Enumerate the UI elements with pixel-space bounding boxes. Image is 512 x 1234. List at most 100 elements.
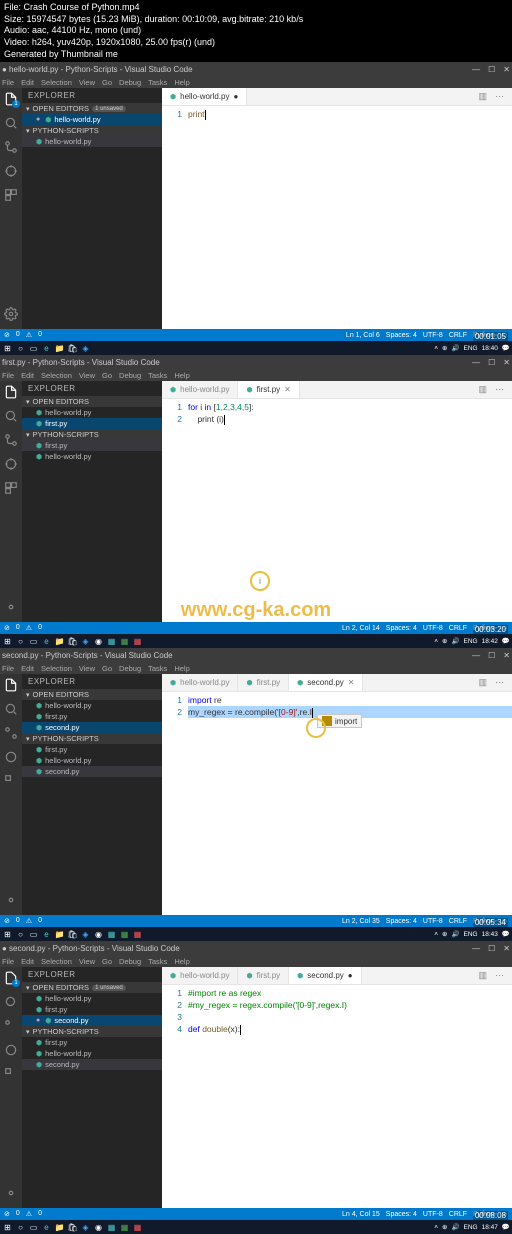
open-editor-first[interactable]: ⬢first.py <box>22 418 162 429</box>
source-control-icon[interactable] <box>4 140 18 154</box>
code-lines[interactable]: print <box>188 108 512 329</box>
extensions-icon[interactable] <box>4 1067 18 1081</box>
menu-go[interactable]: Go <box>102 78 112 87</box>
tray-up-icon[interactable]: ˄ <box>434 345 438 352</box>
code-editor[interactable]: 1234 #import re as regex #my_regex = reg… <box>162 985 512 1208</box>
search-icon[interactable] <box>4 702 18 716</box>
source-control-icon[interactable] <box>4 433 18 447</box>
tab-hello[interactable]: ⬢hello-world.py● <box>162 88 247 105</box>
menu-view[interactable]: View <box>79 371 95 380</box>
start-icon[interactable]: ⊞ <box>2 343 13 354</box>
search-icon[interactable] <box>4 995 18 1009</box>
tray-up-icon[interactable]: ˄ <box>434 638 438 645</box>
code-lines[interactable]: #import re as regex #my_regex = regex.co… <box>188 987 512 1208</box>
open-editor-second[interactable]: ⬢second.py <box>22 722 162 733</box>
store-icon[interactable]: 🛍 <box>67 636 78 647</box>
menu-selection[interactable]: Selection <box>41 371 72 380</box>
file-second[interactable]: ⬢second.py <box>22 1059 162 1070</box>
window-maximize-icon[interactable]: ☐ <box>488 65 495 74</box>
app-icon[interactable]: ▦ <box>106 636 117 647</box>
tray-lang[interactable]: ENG <box>464 345 478 352</box>
cortana-icon[interactable]: ○ <box>15 343 26 354</box>
section-python-scripts[interactable]: PYTHON-SCRIPTS <box>22 125 162 136</box>
tab-first[interactable]: ⬢first.py <box>238 674 289 691</box>
section-open-editors[interactable]: OPEN EDITORS <box>22 396 162 407</box>
open-editor-first[interactable]: ⬢first.py <box>22 711 162 722</box>
menu-go[interactable]: Go <box>102 371 112 380</box>
search-icon[interactable] <box>4 409 18 423</box>
open-editor-second[interactable]: ⬢second.py <box>22 1015 162 1026</box>
start-icon[interactable]: ⊞ <box>2 1222 13 1233</box>
tab-hello[interactable]: ⬢hello-world.py <box>162 381 238 398</box>
status-errors-icon[interactable]: ⊘ <box>4 331 10 339</box>
search-icon[interactable] <box>4 116 18 130</box>
source-control-icon[interactable] <box>4 726 18 740</box>
taskview-icon[interactable]: ▭ <box>28 636 39 647</box>
menu-tasks[interactable]: Tasks <box>148 78 167 87</box>
section-python-scripts[interactable]: PYTHON-SCRIPTS <box>22 429 162 440</box>
code-lines[interactable]: for i in [1,2,3,4,5]: print (i) <box>188 401 512 622</box>
tab-second[interactable]: ⬢second.py✕ <box>289 674 363 691</box>
section-python-scripts[interactable]: PYTHON-SCRIPTS <box>22 733 162 744</box>
split-editor-icon[interactable]: ▥ <box>478 91 487 102</box>
more-icon[interactable]: ⋯ <box>495 384 504 395</box>
window-maximize-icon[interactable]: ☐ <box>488 358 495 367</box>
settings-icon[interactable] <box>4 600 18 614</box>
file-hello[interactable]: ⬢hello-world.py <box>22 451 162 462</box>
vscode-icon[interactable]: ◈ <box>80 343 91 354</box>
start-icon[interactable]: ⊞ <box>2 929 13 940</box>
tab-first[interactable]: ⬢first.py✕ <box>238 381 299 398</box>
split-editor-icon[interactable]: ▥ <box>478 384 487 395</box>
menu-view[interactable]: View <box>79 78 95 87</box>
edge-icon[interactable]: e <box>41 343 52 354</box>
debug-icon[interactable] <box>4 457 18 471</box>
vscode-icon[interactable]: ◈ <box>80 636 91 647</box>
menu-edit[interactable]: Edit <box>21 78 34 87</box>
window-close-icon[interactable]: ✕ <box>503 358 510 367</box>
menu-debug[interactable]: Debug <box>119 78 141 87</box>
tray-network-icon[interactable]: ⊕ <box>442 344 447 352</box>
tab-hello[interactable]: ⬢hello-world.py <box>162 674 238 691</box>
file-first[interactable]: ⬢first.py <box>22 440 162 451</box>
open-editor-hello[interactable]: ⬢hello-world.py <box>22 407 162 418</box>
code-editor[interactable]: 12 for i in [1,2,3,4,5]: print (i) <box>162 399 512 622</box>
open-editor-hello[interactable]: ⬢hello-world.py <box>22 993 162 1004</box>
explorer-icon[interactable]: 📁 <box>54 636 65 647</box>
settings-icon[interactable] <box>4 307 18 321</box>
window-close-icon[interactable]: ✕ <box>503 65 510 74</box>
app-icon[interactable]: ▦ <box>119 636 130 647</box>
window-minimize-icon[interactable]: — <box>472 358 480 367</box>
menu-file[interactable]: File <box>2 78 14 87</box>
tab-second[interactable]: ⬢second.py● <box>289 967 361 984</box>
menu-edit[interactable]: Edit <box>21 371 34 380</box>
cortana-icon[interactable]: ○ <box>15 636 26 647</box>
open-editor-hello[interactable]: ⬢hello-world.py <box>22 700 162 711</box>
menu-tasks[interactable]: Tasks <box>148 371 167 380</box>
app-icon[interactable]: ▦ <box>132 636 143 647</box>
close-icon[interactable]: ✕ <box>348 678 355 687</box>
menu-help[interactable]: Help <box>174 371 189 380</box>
open-editor-first[interactable]: ⬢first.py <box>22 1004 162 1015</box>
file-second[interactable]: ⬢second.py <box>22 766 162 777</box>
debug-icon[interactable] <box>4 1043 18 1057</box>
extensions-icon[interactable] <box>4 481 18 495</box>
status-spaces[interactable]: Spaces: 4 <box>386 332 417 339</box>
debug-icon[interactable] <box>4 750 18 764</box>
tray-time[interactable]: 18:40 <box>482 345 498 352</box>
chrome-icon[interactable]: ◉ <box>93 636 104 647</box>
extensions-icon[interactable] <box>4 774 18 788</box>
settings-icon[interactable] <box>4 893 18 907</box>
source-control-icon[interactable] <box>4 1019 18 1033</box>
close-icon[interactable]: ✕ <box>284 385 291 394</box>
open-editor-hello[interactable]: ⬢hello-world.py <box>22 114 162 125</box>
menu-selection[interactable]: Selection <box>41 78 72 87</box>
status-warnings-icon[interactable]: ⚠ <box>26 624 32 632</box>
files-icon[interactable] <box>4 385 18 399</box>
file-hello[interactable]: ⬢hello-world.py <box>22 136 162 147</box>
tab-hello[interactable]: ⬢hello-world.py <box>162 967 238 984</box>
status-lncol[interactable]: Ln 2, Col 14 <box>342 625 380 632</box>
section-open-editors[interactable]: OPEN EDITORS <box>22 689 162 700</box>
menu-help[interactable]: Help <box>174 78 189 87</box>
status-eol[interactable]: CRLF <box>449 332 467 339</box>
tray-volume-icon[interactable]: 🔊 <box>451 637 459 645</box>
